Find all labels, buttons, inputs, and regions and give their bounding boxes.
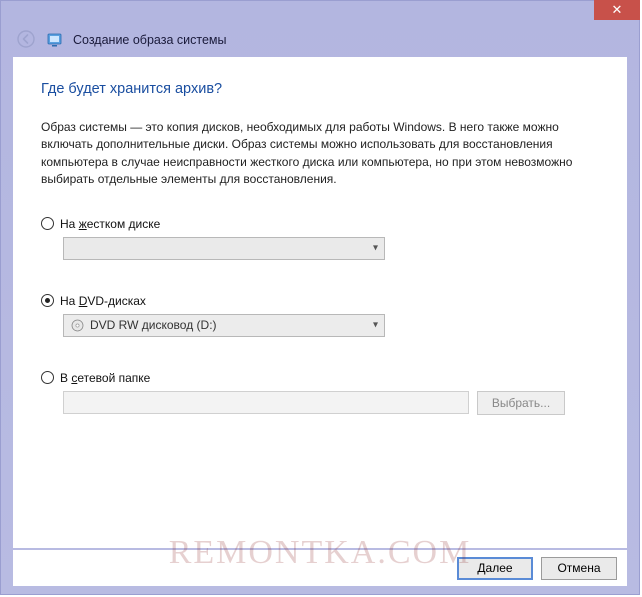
option-dvd: На DVD-дисках DVD RW дисковод (D:) ▾	[41, 294, 599, 337]
disc-icon	[70, 318, 84, 332]
wizard-window: ✕ Создание образа системы Где будет хран…	[0, 0, 640, 595]
titlebar: ✕	[1, 1, 639, 23]
page-heading: Где будет хранится архив?	[41, 81, 599, 97]
radio-network[interactable]	[41, 371, 54, 384]
content-panel: Где будет хранится архив? Образ системы …	[13, 57, 627, 548]
option-network: В сетевой папке Выбрать...	[41, 371, 599, 415]
footer: Далее Отмена	[13, 550, 627, 586]
app-icon	[47, 32, 63, 48]
next-button[interactable]: Далее	[457, 557, 533, 580]
dvd-combo-value: DVD RW дисковод (D:)	[90, 318, 217, 332]
window-title: Создание образа системы	[73, 33, 226, 47]
chevron-down-icon: ▾	[373, 243, 378, 254]
radio-hdd-label: На жестком диске	[60, 217, 160, 231]
browse-button-label: Выбрать...	[492, 396, 550, 410]
page-description: Образ системы — это копия дисков, необхо…	[41, 119, 599, 189]
chevron-down-icon: ▾	[373, 320, 378, 331]
radio-row-network[interactable]: В сетевой папке	[41, 371, 599, 385]
browse-button: Выбрать...	[477, 391, 565, 415]
cancel-button[interactable]: Отмена	[541, 557, 617, 580]
dvd-combo[interactable]: DVD RW дисковод (D:) ▾	[63, 314, 385, 337]
radio-row-dvd[interactable]: На DVD-дисках	[41, 294, 599, 308]
back-button[interactable]	[15, 29, 37, 51]
radio-network-label: В сетевой папке	[60, 371, 150, 385]
cancel-button-label: Отмена	[557, 561, 600, 575]
back-arrow-icon	[17, 30, 35, 51]
network-path-input	[63, 391, 469, 414]
header: Создание образа системы	[1, 23, 639, 57]
radio-hdd[interactable]	[41, 217, 54, 230]
radio-dvd-label: На DVD-дисках	[60, 294, 146, 308]
radio-row-hdd[interactable]: На жестком диске	[41, 217, 599, 231]
radio-dvd[interactable]	[41, 294, 54, 307]
hdd-combo: ▾	[63, 237, 385, 260]
next-button-label: Далее	[477, 561, 512, 575]
close-icon: ✕	[612, 2, 623, 18]
close-button[interactable]: ✕	[594, 0, 640, 20]
option-hdd: На жестком диске ▾	[41, 217, 599, 260]
